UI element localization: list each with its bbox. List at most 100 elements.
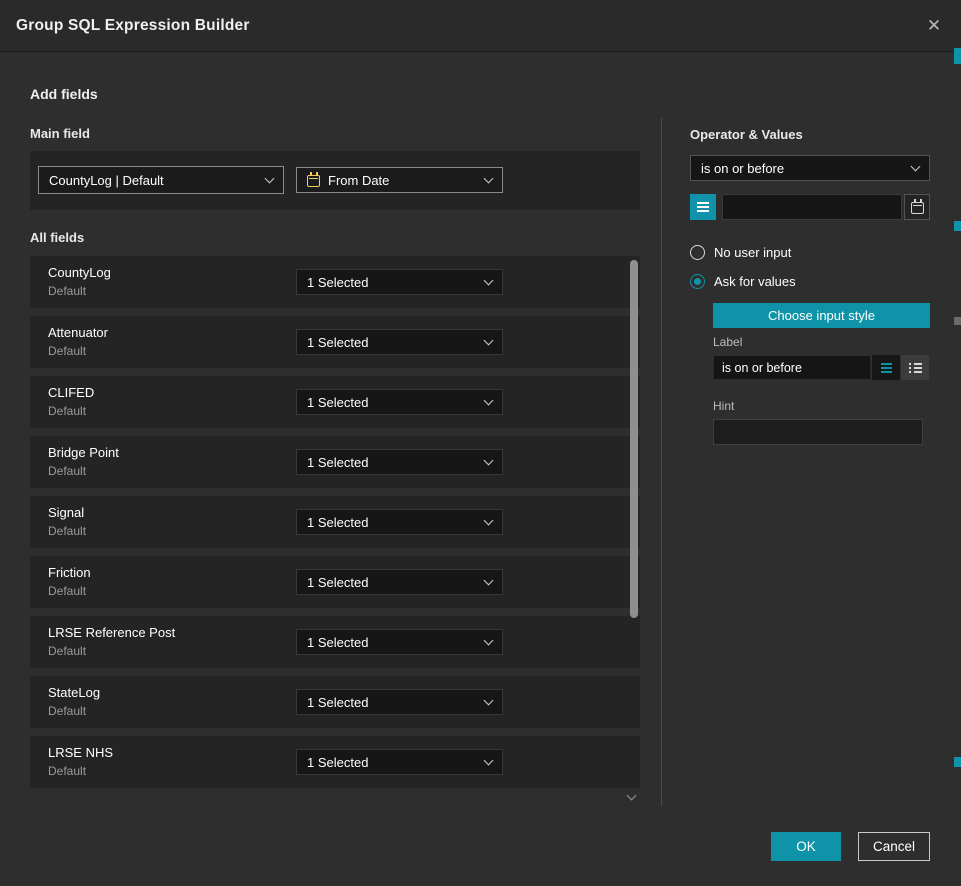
scroll-more-chevron-icon[interactable] (628, 786, 635, 804)
field-selected-value: 1 Selected (307, 455, 368, 470)
field-selected-dropdown[interactable]: 1 Selected (296, 449, 503, 475)
layer-select-value: CountyLog | Default (49, 173, 164, 188)
field-selected-dropdown[interactable]: 1 Selected (296, 509, 503, 535)
field-selected-dropdown[interactable]: 1 Selected (296, 569, 503, 595)
ask-for-values-radio[interactable]: Ask for values (690, 274, 796, 289)
group-sql-expression-builder-dialog: Group SQL Expression Builder ✕ Add field… (0, 0, 961, 886)
value-input[interactable] (722, 194, 902, 220)
radio-unchecked-icon (690, 245, 705, 260)
field-selected-dropdown[interactable]: 1 Selected (296, 629, 503, 655)
field-layer-label: Default (48, 404, 86, 418)
field-row: CLIFED Default 1 Selected (30, 376, 640, 428)
field-selected-dropdown[interactable]: 1 Selected (296, 269, 503, 295)
field-selected-value: 1 Selected (307, 575, 368, 590)
field-name-label: LRSE NHS (48, 745, 113, 760)
field-row: LRSE Reference Post Default 1 Selected (30, 616, 640, 668)
chevron-down-icon (484, 456, 494, 466)
label-label: Label (713, 335, 742, 349)
all-fields-list: CountyLog Default 1 Selected Attenuator … (30, 256, 640, 796)
list-scrollbar-thumb[interactable] (630, 260, 638, 618)
ask-for-values-label: Ask for values (714, 274, 796, 289)
chevron-down-icon (911, 162, 921, 172)
hint-label: Hint (713, 399, 734, 413)
set-from-field-button[interactable] (690, 194, 716, 220)
align-left-icon (881, 363, 892, 365)
field-layer-label: Default (48, 764, 86, 778)
field-layer-label: Default (48, 584, 86, 598)
field-name-label: LRSE Reference Post (48, 625, 175, 640)
chevron-down-icon (484, 396, 494, 406)
close-icon[interactable]: ✕ (921, 13, 947, 39)
edge-artifact (954, 317, 961, 325)
field-name-label: CLIFED (48, 385, 94, 400)
field-name-label: Attenuator (48, 325, 108, 340)
dialog-title: Group SQL Expression Builder (16, 0, 250, 52)
chevron-down-icon (484, 696, 494, 706)
field-layer-label: Default (48, 524, 86, 538)
operator-values-heading: Operator & Values (690, 127, 803, 142)
chevron-down-icon (484, 276, 494, 286)
choose-input-style-button[interactable]: Choose input style (713, 303, 930, 328)
ok-button[interactable]: OK (771, 832, 841, 861)
vertical-divider (661, 118, 662, 806)
cancel-button[interactable]: Cancel (858, 832, 930, 861)
calendar-icon (911, 202, 924, 214)
chevron-down-icon (484, 336, 494, 346)
field-list-icon (697, 202, 709, 204)
field-row: Friction Default 1 Selected (30, 556, 640, 608)
main-field-select-value: From Date (328, 173, 389, 188)
field-selected-value: 1 Selected (307, 515, 368, 530)
chevron-down-icon (484, 756, 494, 766)
field-name-label: Friction (48, 565, 91, 580)
field-name-label: Signal (48, 505, 84, 520)
chevron-down-icon (484, 516, 494, 526)
date-picker-button[interactable] (904, 194, 930, 220)
chevron-down-icon (265, 174, 275, 184)
field-row: Signal Default 1 Selected (30, 496, 640, 548)
field-layer-label: Default (48, 284, 86, 298)
field-selected-dropdown[interactable]: 1 Selected (296, 329, 503, 355)
single-line-style-button[interactable] (872, 355, 900, 380)
chevron-down-icon (484, 576, 494, 586)
field-layer-label: Default (48, 644, 86, 658)
field-name-label: Bridge Point (48, 445, 119, 460)
field-selected-dropdown[interactable]: 1 Selected (296, 389, 503, 415)
field-selected-value: 1 Selected (307, 335, 368, 350)
field-row: Attenuator Default 1 Selected (30, 316, 640, 368)
field-layer-label: Default (48, 464, 86, 478)
field-row: LRSE NHS Default 1 Selected (30, 736, 640, 788)
calendar-icon (307, 175, 320, 187)
no-user-input-radio[interactable]: No user input (690, 245, 791, 260)
chevron-down-icon (484, 174, 494, 184)
operator-select-value: is on or before (701, 161, 784, 176)
field-layer-label: Default (48, 344, 86, 358)
main-field-panel: CountyLog | Default From Date (30, 151, 640, 210)
field-selected-dropdown[interactable]: 1 Selected (296, 689, 503, 715)
field-row: Bridge Point Default 1 Selected (30, 436, 640, 488)
field-selected-value: 1 Selected (307, 395, 368, 410)
main-field-select[interactable]: From Date (296, 167, 503, 193)
field-row: StateLog Default 1 Selected (30, 676, 640, 728)
operator-select[interactable]: is on or before (690, 155, 930, 181)
field-selected-value: 1 Selected (307, 755, 368, 770)
field-layer-label: Default (48, 704, 86, 718)
add-fields-heading: Add fields (30, 86, 98, 102)
list-style-button[interactable] (901, 355, 929, 380)
chevron-down-icon (484, 636, 494, 646)
radio-checked-icon (690, 274, 705, 289)
field-selected-value: 1 Selected (307, 275, 368, 290)
layer-select[interactable]: CountyLog | Default (38, 166, 284, 194)
field-selected-value: 1 Selected (307, 695, 368, 710)
field-row: CountyLog Default 1 Selected (30, 256, 640, 308)
bulleted-list-icon (909, 363, 922, 373)
all-fields-heading: All fields (30, 230, 84, 245)
dialog-header: Group SQL Expression Builder ✕ (0, 0, 961, 52)
field-selected-value: 1 Selected (307, 635, 368, 650)
field-name-label: CountyLog (48, 265, 111, 280)
main-field-heading: Main field (30, 126, 90, 141)
field-selected-dropdown[interactable]: 1 Selected (296, 749, 503, 775)
label-input[interactable] (713, 355, 871, 380)
edge-artifact (954, 48, 961, 64)
hint-input[interactable] (713, 419, 923, 445)
no-user-input-label: No user input (714, 245, 791, 260)
